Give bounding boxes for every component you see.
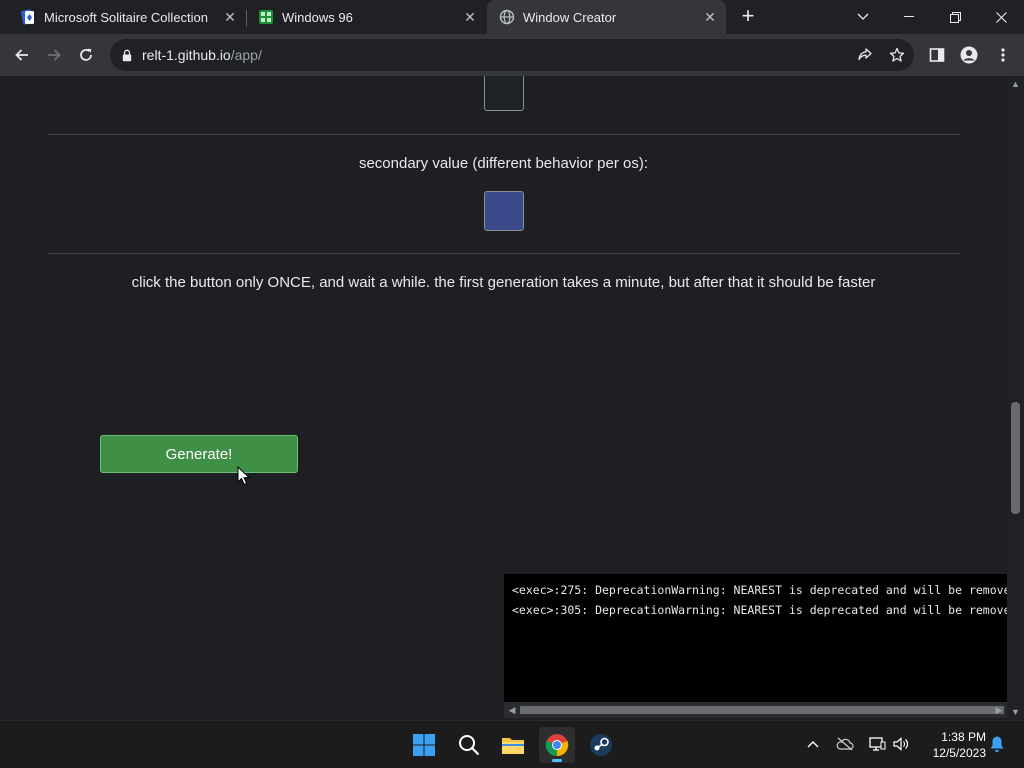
tab-title: Microsoft Solitaire Collection [44,9,209,25]
tab-title: Windows 96 [282,9,353,25]
tab-window-creator[interactable]: Window Creator ✕ [487,0,726,34]
network-icon[interactable] [866,733,888,755]
lock-icon[interactable] [122,49,132,62]
divider [48,134,960,135]
instructions-text: click the button only ONCE, and wait a w… [131,274,876,291]
scroll-right-icon[interactable]: ▶ [993,704,1005,716]
search-icon[interactable] [451,727,487,763]
forward-button[interactable] [40,41,68,69]
share-icon[interactable] [857,47,873,68]
scrollbar-thumb[interactable] [1011,402,1020,514]
active-app-indicator [552,759,562,762]
start-icon[interactable] [406,727,442,763]
divider [48,253,960,254]
tab-windows96[interactable]: Windows 96 ✕ [238,0,486,34]
reload-button[interactable] [72,41,100,69]
console-line: <exec>:305: DeprecationWarning: NEAREST … [512,603,1007,617]
scrollbar-thumb[interactable] [520,706,1004,714]
close-window-button[interactable] [978,0,1024,34]
restore-button[interactable] [932,0,978,34]
clock-time: 1:38 PM [941,730,986,744]
onedrive-offline-icon[interactable] [834,733,856,755]
notification-bell-icon[interactable] [986,733,1008,755]
clock-date: 12/5/2023 [932,746,986,760]
close-icon[interactable]: ✕ [462,9,478,25]
browser-toolbar: relt-1.github.io/app/ [0,34,1024,76]
bookmark-star-icon[interactable] [889,47,905,68]
minimize-button[interactable] [886,0,932,34]
console-output[interactable]: <exec>:275: DeprecationWarning: NEAREST … [504,574,1007,702]
tab-title: Window Creator [523,9,617,25]
primary-color-picker[interactable] [484,76,524,111]
taskbar: 1:38 PM 12/5/2023 [0,720,1024,768]
profile-button[interactable] [955,41,983,69]
scroll-down-icon[interactable]: ▼ [1009,706,1022,718]
close-icon[interactable]: ✕ [702,9,718,25]
tab-solitaire[interactable]: Microsoft Solitaire Collection ✕ [0,0,246,34]
url-path: /app/ [230,47,262,63]
globe-icon [499,9,515,25]
tab-strip: Microsoft Solitaire Collection ✕ Windows… [0,0,1024,34]
file-explorer-icon[interactable] [495,727,531,763]
console-line: <exec>:275: DeprecationWarning: NEAREST … [512,583,1007,597]
address-bar[interactable]: relt-1.github.io/app/ [110,39,914,71]
console-horizontal-scrollbar[interactable]: ◀ ▶ [504,702,1007,718]
side-panel-button[interactable] [923,41,951,69]
url-domain: relt-1.github.io [142,47,231,63]
steam-icon[interactable] [583,727,619,763]
page-content: secondary value (different behavior per … [0,76,1007,720]
close-icon[interactable]: ✕ [222,9,238,25]
secondary-value-label: secondary value (different behavior per … [358,155,649,172]
mouse-cursor-icon [237,466,251,486]
show-hidden-icons-chevron-icon[interactable] [802,733,824,755]
new-tab-button[interactable]: + [737,5,759,29]
windows96-icon [258,9,274,25]
more-menu-button[interactable] [989,41,1017,69]
scroll-left-icon[interactable]: ◀ [506,704,518,716]
page-vertical-scrollbar[interactable]: ▲ ▼ [1007,76,1024,720]
generate-button[interactable]: Generate! [100,435,298,473]
url-text: relt-1.github.io/app/ [142,47,262,63]
secondary-color-picker[interactable] [484,191,524,231]
volume-icon[interactable] [890,733,912,755]
scroll-up-icon[interactable]: ▲ [1009,78,1022,90]
chrome-icon[interactable] [539,727,575,763]
solitaire-icon [20,9,36,25]
back-button[interactable] [8,41,36,69]
system-clock[interactable]: 1:38 PM 12/5/2023 [918,729,986,761]
tab-search-chevron-icon[interactable] [840,0,886,34]
